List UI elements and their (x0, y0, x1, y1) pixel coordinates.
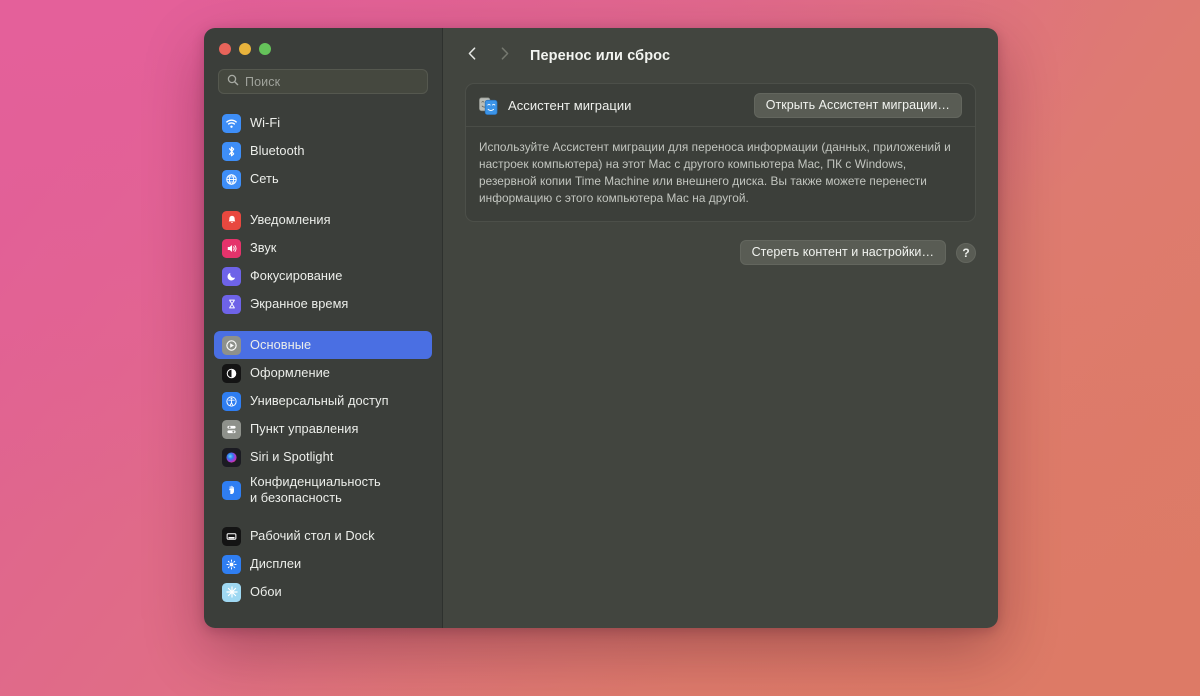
window-controls (204, 28, 442, 69)
sidebar-item-label: Wi-Fi (250, 115, 281, 131)
sidebar-item-label: Bluetooth (250, 143, 305, 159)
minimize-button[interactable] (239, 42, 251, 55)
search-placeholder: Поиск (245, 74, 281, 89)
help-button[interactable]: ? (956, 242, 976, 263)
sidebar-item-label: Оформление (250, 365, 330, 381)
siri-orb-icon (222, 447, 241, 467)
sidebar-group-network: Wi-Fi Bluetooth Сеть (204, 109, 442, 193)
sidebar-item-notifications[interactable]: Уведомления (214, 206, 432, 234)
general-gear-icon (222, 335, 241, 355)
sidebar-item-label: Звук (250, 240, 277, 256)
sidebar-item-bluetooth[interactable]: Bluetooth (214, 137, 432, 165)
privacy-label-line1: Конфиденциальность (250, 474, 381, 490)
sidebar-item-desktop-dock[interactable]: Рабочий стол и Dock (214, 522, 432, 550)
migration-assistant-icon (478, 95, 499, 116)
privacy-label-line2: и безопасность (250, 490, 342, 505)
sidebar-item-label: Экранное время (250, 296, 349, 312)
search-container: Поиск (204, 69, 442, 94)
sidebar-divider (204, 193, 442, 206)
zoom-button[interactable] (259, 42, 271, 55)
sidebar-item-wifi[interactable]: Wi-Fi (214, 109, 432, 137)
sidebar-group-desktop: Рабочий стол и Dock Дисплеи Обои (204, 522, 442, 606)
description-text: Используйте Ассистент миграции для перен… (479, 140, 951, 205)
sidebar-item-label: Конфиденциальность и безопасность (250, 474, 381, 505)
sidebar: Поиск Wi-Fi Bluetooth Сеть Уведомления З… (204, 28, 443, 628)
sidebar-list[interactable]: Wi-Fi Bluetooth Сеть Уведомления Звук Фо… (204, 94, 442, 628)
wifi-icon (222, 113, 241, 133)
open-migration-assistant-button[interactable]: Открыть Ассистент миграции… (753, 92, 962, 118)
sidebar-item-label: Пункт управления (250, 421, 359, 437)
migration-assistant-description: Используйте Ассистент миграции для перен… (466, 127, 975, 221)
sidebar-item-general[interactable]: Основные (214, 331, 432, 359)
chevron-right-icon (498, 46, 511, 66)
accessibility-icon (222, 391, 241, 411)
desktop-dock-icon (222, 526, 241, 546)
sidebar-divider (204, 509, 442, 522)
sidebar-item-label: Основные (250, 337, 312, 353)
privacy-hand-icon (222, 480, 241, 500)
sidebar-item-accessibility[interactable]: Универсальный доступ (214, 387, 432, 415)
sidebar-item-label: Обои (250, 584, 282, 600)
control-center-icon (222, 419, 241, 439)
system-settings-window: Поиск Wi-Fi Bluetooth Сеть Уведомления З… (204, 28, 998, 628)
network-globe-icon (222, 169, 241, 189)
sidebar-item-label: Siri и Spotlight (250, 449, 334, 465)
sidebar-item-control-center[interactable]: Пункт управления (214, 415, 432, 443)
screen-time-hourglass-icon (222, 294, 241, 314)
page-title: Перенос или сброс (530, 47, 671, 64)
sidebar-item-privacy-security[interactable]: Конфиденциальность и безопасность (214, 471, 432, 509)
actions-row: Стереть контент и настройки… ? (465, 240, 976, 265)
wallpaper-icon (222, 582, 241, 602)
displays-icon (222, 554, 241, 574)
sidebar-item-sound[interactable]: Звук (214, 234, 432, 262)
sidebar-group-system: Уведомления Звук Фокусирование Экранное … (204, 206, 442, 318)
content-body: Ассистент миграции Открыть Ассистент миг… (443, 83, 998, 265)
forward-button[interactable] (489, 41, 519, 71)
sidebar-item-label: Рабочий стол и Dock (250, 528, 375, 544)
content-pane: Перенос или сброс Ассистент миграции Отк… (443, 28, 998, 628)
sidebar-item-wallpaper[interactable]: Обои (214, 578, 432, 606)
search-icon (227, 73, 239, 91)
sidebar-item-label: Уведомления (250, 212, 331, 228)
migration-assistant-row: Ассистент миграции Открыть Ассистент миг… (466, 84, 975, 127)
notifications-bell-icon (222, 210, 241, 230)
sidebar-group-personal: Основные Оформление Универсальный доступ… (204, 331, 442, 509)
back-button[interactable] (457, 41, 487, 71)
chevron-left-icon (466, 46, 479, 66)
sidebar-item-displays[interactable]: Дисплеи (214, 550, 432, 578)
sound-speaker-icon (222, 238, 241, 258)
sidebar-item-network[interactable]: Сеть (214, 165, 432, 193)
appearance-contrast-icon (222, 363, 241, 383)
search-field[interactable]: Поиск (218, 69, 428, 94)
sidebar-item-label: Сеть (250, 171, 279, 187)
migration-assistant-card: Ассистент миграции Открыть Ассистент миг… (465, 83, 976, 222)
sidebar-divider (204, 318, 442, 331)
sidebar-item-label: Дисплеи (250, 556, 302, 572)
sidebar-item-appearance[interactable]: Оформление (214, 359, 432, 387)
sidebar-item-label: Универсальный доступ (250, 393, 389, 409)
migration-assistant-label: Ассистент миграции (508, 97, 632, 113)
close-button[interactable] (219, 42, 231, 55)
sidebar-item-screen-time[interactable]: Экранное время (214, 290, 432, 318)
erase-content-settings-button[interactable]: Стереть контент и настройки… (739, 240, 946, 265)
bluetooth-icon (222, 141, 241, 161)
sidebar-item-label: Фокусирование (250, 268, 343, 284)
focus-moon-icon (222, 266, 241, 286)
content-toolbar: Перенос или сброс (443, 28, 998, 83)
sidebar-item-focus[interactable]: Фокусирование (214, 262, 432, 290)
sidebar-item-siri-spotlight[interactable]: Siri и Spotlight (214, 443, 432, 471)
